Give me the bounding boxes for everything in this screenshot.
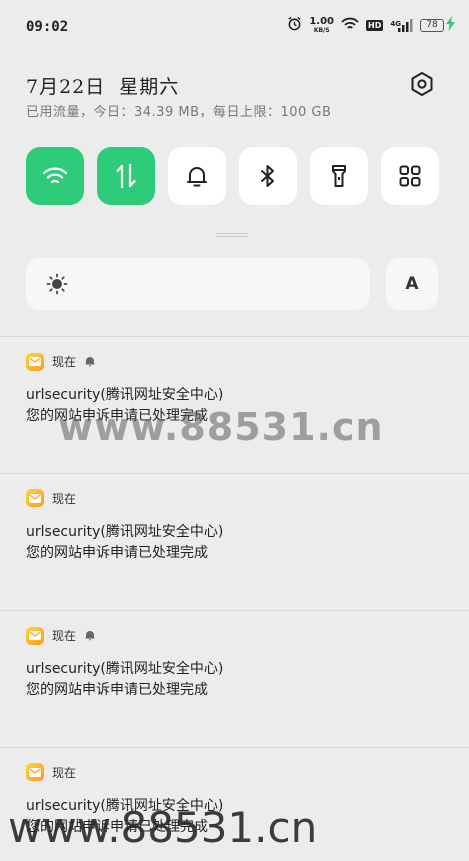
weekday-text: 星期六 bbox=[119, 76, 180, 98]
mail-app-icon bbox=[26, 352, 44, 371]
more-toggle[interactable] bbox=[381, 147, 439, 205]
notification-time: 现在 bbox=[52, 765, 77, 780]
status-bar: 09:02 1.00 KB/S HD 4G 78 bbox=[0, 0, 469, 56]
data-usage-text: 已用流量，今日：34.39 MB，每日上限：100 GB bbox=[26, 105, 332, 120]
notification-time: 现在 bbox=[52, 629, 77, 643]
settings-button[interactable] bbox=[408, 70, 436, 98]
bell-muted-icon bbox=[84, 626, 96, 645]
wifi-icon bbox=[341, 16, 359, 35]
bluetooth-icon bbox=[261, 165, 274, 187]
signal-icon: 4G bbox=[390, 18, 413, 33]
alarm-icon bbox=[287, 16, 302, 35]
notification-time: 现在 bbox=[52, 491, 77, 506]
net-speed: 1.00 KB/S bbox=[309, 16, 335, 35]
battery-indicator: 78 bbox=[420, 19, 444, 32]
wifi-toggle[interactable] bbox=[26, 147, 84, 205]
grid-icon bbox=[399, 165, 421, 187]
date-text: 7月22日 bbox=[26, 76, 106, 98]
mail-app-icon bbox=[26, 763, 44, 781]
notification-title: urlsecurity(腾讯网址安全中心) bbox=[26, 798, 224, 814]
flashlight-toggle[interactable] bbox=[310, 147, 368, 205]
charging-icon bbox=[446, 16, 455, 35]
notification-title: urlsecurity(腾讯网址安全中心) bbox=[26, 661, 224, 677]
drag-handle[interactable] bbox=[216, 233, 248, 237]
sun-icon bbox=[46, 273, 68, 299]
sound-toggle[interactable] bbox=[168, 147, 226, 205]
net-speed-unit: KB/S bbox=[313, 27, 330, 34]
notification-title: urlsecurity(腾讯网址安全中心) bbox=[26, 524, 224, 540]
brightness-slider[interactable] bbox=[26, 258, 370, 310]
hd-badge: HD bbox=[366, 20, 384, 31]
quick-settings-row bbox=[26, 147, 439, 205]
bluetooth-toggle[interactable] bbox=[239, 147, 297, 205]
notification-item[interactable]: 现在 urlsecurity(腾讯网址安全中心) 您的网站申诉申请已处理完成 bbox=[0, 336, 469, 473]
status-icons: 1.00 KB/S HD 4G 78 bbox=[287, 16, 455, 35]
notification-list: 现在 urlsecurity(腾讯网址安全中心) 您的网站申诉申请已处理完成 现… bbox=[0, 336, 469, 861]
gear-icon bbox=[411, 72, 433, 96]
data-arrows-icon bbox=[116, 163, 136, 189]
notification-body: 您的网站申诉申请已处理完成 bbox=[26, 819, 208, 835]
date-header: 7月22日 星期六 bbox=[26, 72, 179, 99]
notification-body: 您的网站申诉申请已处理完成 bbox=[26, 682, 208, 698]
notification-item[interactable]: 现在 urlsecurity(腾讯网址安全中心) 您的网站申诉申请已处理完成 bbox=[0, 473, 469, 610]
wifi-icon bbox=[42, 167, 68, 184]
status-time: 09:02 bbox=[26, 19, 69, 35]
mail-app-icon bbox=[26, 626, 44, 645]
flashlight-icon bbox=[332, 165, 346, 187]
notification-body: 您的网站申诉申请已处理完成 bbox=[26, 545, 208, 561]
notification-item[interactable]: 现在 urlsecurity(腾讯网址安全中心) 您的网站申诉申请已处理完成 bbox=[0, 747, 469, 861]
notification-time: 现在 bbox=[52, 355, 77, 369]
notification-item[interactable]: 现在 urlsecurity(腾讯网址安全中心) 您的网站申诉申请已处理完成 bbox=[0, 610, 469, 747]
auto-brightness-button[interactable]: A bbox=[386, 258, 438, 310]
bell-icon bbox=[187, 167, 207, 187]
mail-app-icon bbox=[26, 489, 44, 507]
bell-muted-icon bbox=[84, 352, 96, 371]
notification-body: 您的网站申诉申请已处理完成 bbox=[26, 408, 208, 424]
net-speed-value: 1.00 bbox=[309, 16, 335, 27]
notification-title: urlsecurity(腾讯网址安全中心) bbox=[26, 387, 224, 403]
network-type: 4G bbox=[390, 19, 401, 28]
mobile-data-toggle[interactable] bbox=[97, 147, 155, 205]
